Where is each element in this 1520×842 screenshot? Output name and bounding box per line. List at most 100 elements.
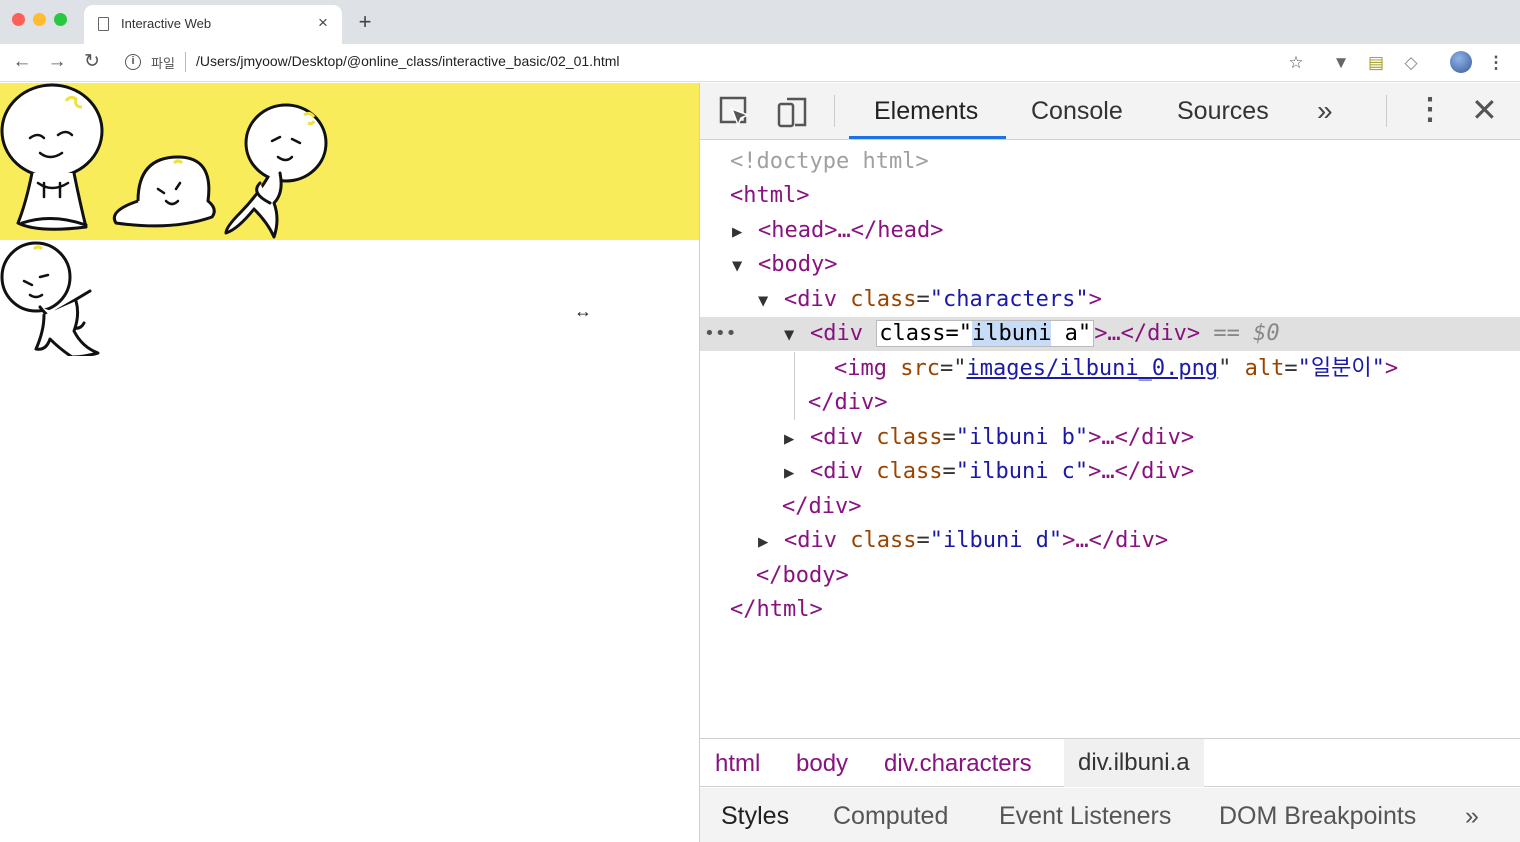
breadcrumb-div-characters[interactable]: div.characters	[884, 750, 1032, 778]
tab-close-icon[interactable]: ×	[314, 13, 332, 33]
dom-node-ilbuni-d[interactable]: ▶ <div class="ilbuni d">…</div>	[700, 524, 1520, 558]
class-attr: class	[850, 528, 917, 553]
toolbar-divider	[1386, 95, 1387, 127]
breadcrumb-body[interactable]: body	[796, 750, 848, 778]
more-subtabs-icon[interactable]: »	[1465, 802, 1479, 831]
dom-node-characters-close[interactable]: </div>	[700, 490, 1520, 524]
div-close-tag: </div>	[808, 390, 888, 415]
class-attr: class	[876, 425, 943, 450]
body-open-tag: <body>	[758, 252, 838, 277]
vue-devtools-icon[interactable]: ▼	[1330, 52, 1352, 74]
ilbuni-d[interactable]	[0, 241, 112, 356]
minimize-window-button[interactable]	[33, 13, 46, 26]
ilbuni-b[interactable]	[110, 153, 220, 238]
class-value: "characters"	[929, 287, 1089, 312]
tab-console[interactable]: Console	[1031, 97, 1123, 126]
dom-node-html-close[interactable]: </html>	[700, 593, 1520, 627]
dom-node-html[interactable]: <html>	[700, 179, 1520, 213]
avatar[interactable]	[1450, 51, 1472, 73]
extension-icon[interactable]: ▤	[1365, 52, 1387, 74]
class-value: "ilbuni c"	[955, 459, 1089, 484]
breadcrumb-html[interactable]: html	[715, 750, 760, 778]
img-src-link[interactable]: images/ilbuni_0.png	[966, 356, 1218, 381]
page-icon	[98, 17, 109, 31]
div-tail: >…</div>	[1094, 321, 1201, 346]
dom-node-ilbuni-a[interactable]: ••• ▼ <div class="ilbuni a" >…</div> == $0	[700, 317, 1520, 351]
close-window-button[interactable]	[12, 13, 25, 26]
edit-prefix: class="	[879, 321, 972, 346]
maximize-window-button[interactable]	[54, 13, 67, 26]
dom-node-characters[interactable]: ▼ <div class="characters">	[700, 283, 1520, 317]
device-toolbar-icon[interactable]	[775, 95, 809, 129]
collapse-triangle-icon[interactable]: ▼	[758, 284, 784, 318]
active-tab-indicator	[849, 136, 1006, 139]
characters-container	[0, 83, 699, 240]
star-icon[interactable]: ☆	[1285, 52, 1307, 74]
tab-computed[interactable]: Computed	[833, 802, 948, 831]
close-devtools-icon[interactable]: ✕	[1471, 93, 1498, 127]
head-tag: <head>…</head>	[758, 218, 944, 243]
div-tag: <div	[810, 459, 863, 484]
alt-attr: alt	[1244, 356, 1285, 381]
more-tabs-icon[interactable]: »	[1317, 95, 1333, 127]
menu-icon[interactable]: ⋮	[1485, 52, 1507, 74]
breadcrumb: html body div.characters div.ilbuni.a	[700, 738, 1520, 787]
expand-triangle-icon[interactable]: ▶	[758, 525, 784, 559]
expand-triangle-icon[interactable]: ▶	[784, 422, 810, 456]
selected-node-marker: == $0	[1213, 321, 1280, 346]
doctype-text: <!doctype html>	[730, 149, 929, 174]
info-icon[interactable]: i	[125, 54, 141, 70]
dom-node-body[interactable]: ▼ <body>	[700, 248, 1520, 282]
dom-node-ilbuni-b[interactable]: ▶ <div class="ilbuni b">…</div>	[700, 421, 1520, 455]
browser-tab[interactable]: Interactive Web ×	[84, 5, 342, 44]
div-tag: <div	[784, 528, 837, 553]
div-tail: >…</div>	[1088, 459, 1195, 484]
reload-icon[interactable]: ↻	[80, 50, 104, 74]
dom-node-doctype[interactable]: <!doctype html>	[700, 145, 1520, 179]
dom-node-div-close[interactable]: </div>	[700, 386, 1520, 420]
address-bar[interactable]: /Users/jmyoow/Desktop/@online_class/inte…	[196, 53, 620, 69]
devtools-toolbar: Elements Console Sources » ⋮ ✕	[700, 83, 1520, 140]
tab-event-listeners[interactable]: Event Listeners	[999, 802, 1171, 831]
breadcrumb-div-ilbuni-a[interactable]: div.ilbuni.a	[1064, 739, 1204, 787]
ellipsis-icon[interactable]: •••	[704, 317, 737, 351]
back-icon[interactable]: ←	[10, 50, 34, 74]
tab-dom-breakpoints[interactable]: DOM Breakpoints	[1219, 802, 1416, 831]
dom-node-img[interactable]: <img src="images/ilbuni_0.png" alt="일분이"…	[700, 352, 1520, 420]
address-toolbar: ← → ↻ i 파일 /Users/jmyoow/Desktop/@online…	[0, 44, 1520, 82]
img-tag: <img	[834, 356, 887, 381]
collapse-triangle-icon[interactable]: ▼	[784, 318, 810, 352]
tab-bar: Interactive Web × +	[0, 0, 1520, 44]
ilbuni-c[interactable]	[220, 101, 335, 239]
tag-icon[interactable]: ◇	[1400, 52, 1422, 74]
inspect-element-icon[interactable]	[718, 95, 752, 129]
body-close-tag: </body>	[756, 563, 849, 588]
attribute-edit-field[interactable]: class="ilbuni a"	[876, 320, 1095, 347]
new-tab-button[interactable]: +	[354, 9, 376, 35]
devtools-panel: Elements Console Sources » ⋮ ✕ <!doctype…	[699, 83, 1520, 842]
forward-icon[interactable]: →	[45, 50, 69, 74]
customize-menu-icon[interactable]: ⋮	[1415, 93, 1445, 127]
edit-selected-word: ilbuni	[971, 321, 1052, 346]
styles-subtabs: Styles Computed Event Listeners DOM Brea…	[700, 788, 1520, 842]
expand-triangle-icon[interactable]: ▶	[732, 215, 758, 249]
dom-tree: <!doctype html> <html> ▶ <head>…</head> ▼…	[700, 141, 1520, 737]
expand-triangle-icon[interactable]: ▶	[784, 456, 810, 490]
scheme-label: 파일	[151, 56, 175, 71]
tab-elements[interactable]: Elements	[874, 97, 978, 126]
dom-node-head[interactable]: ▶ <head>…</head>	[700, 214, 1520, 248]
class-value: "ilbuni b"	[955, 425, 1089, 450]
div-tail: >…</div>	[1062, 528, 1169, 553]
div-tag: <div	[810, 425, 863, 450]
tab-sources[interactable]: Sources	[1177, 97, 1269, 126]
dom-node-body-close[interactable]: </body>	[700, 559, 1520, 593]
tab-title: Interactive Web	[121, 16, 212, 31]
div-close-tag: </div>	[782, 494, 862, 519]
resize-cursor-icon: ↔	[574, 301, 592, 321]
edit-rest: a"	[1051, 321, 1092, 346]
ilbuni-a[interactable]	[0, 83, 110, 238]
tab-styles[interactable]: Styles	[721, 802, 789, 831]
url-divider	[185, 52, 186, 72]
collapse-triangle-icon[interactable]: ▼	[732, 249, 758, 283]
dom-node-ilbuni-c[interactable]: ▶ <div class="ilbuni c">…</div>	[700, 455, 1520, 489]
